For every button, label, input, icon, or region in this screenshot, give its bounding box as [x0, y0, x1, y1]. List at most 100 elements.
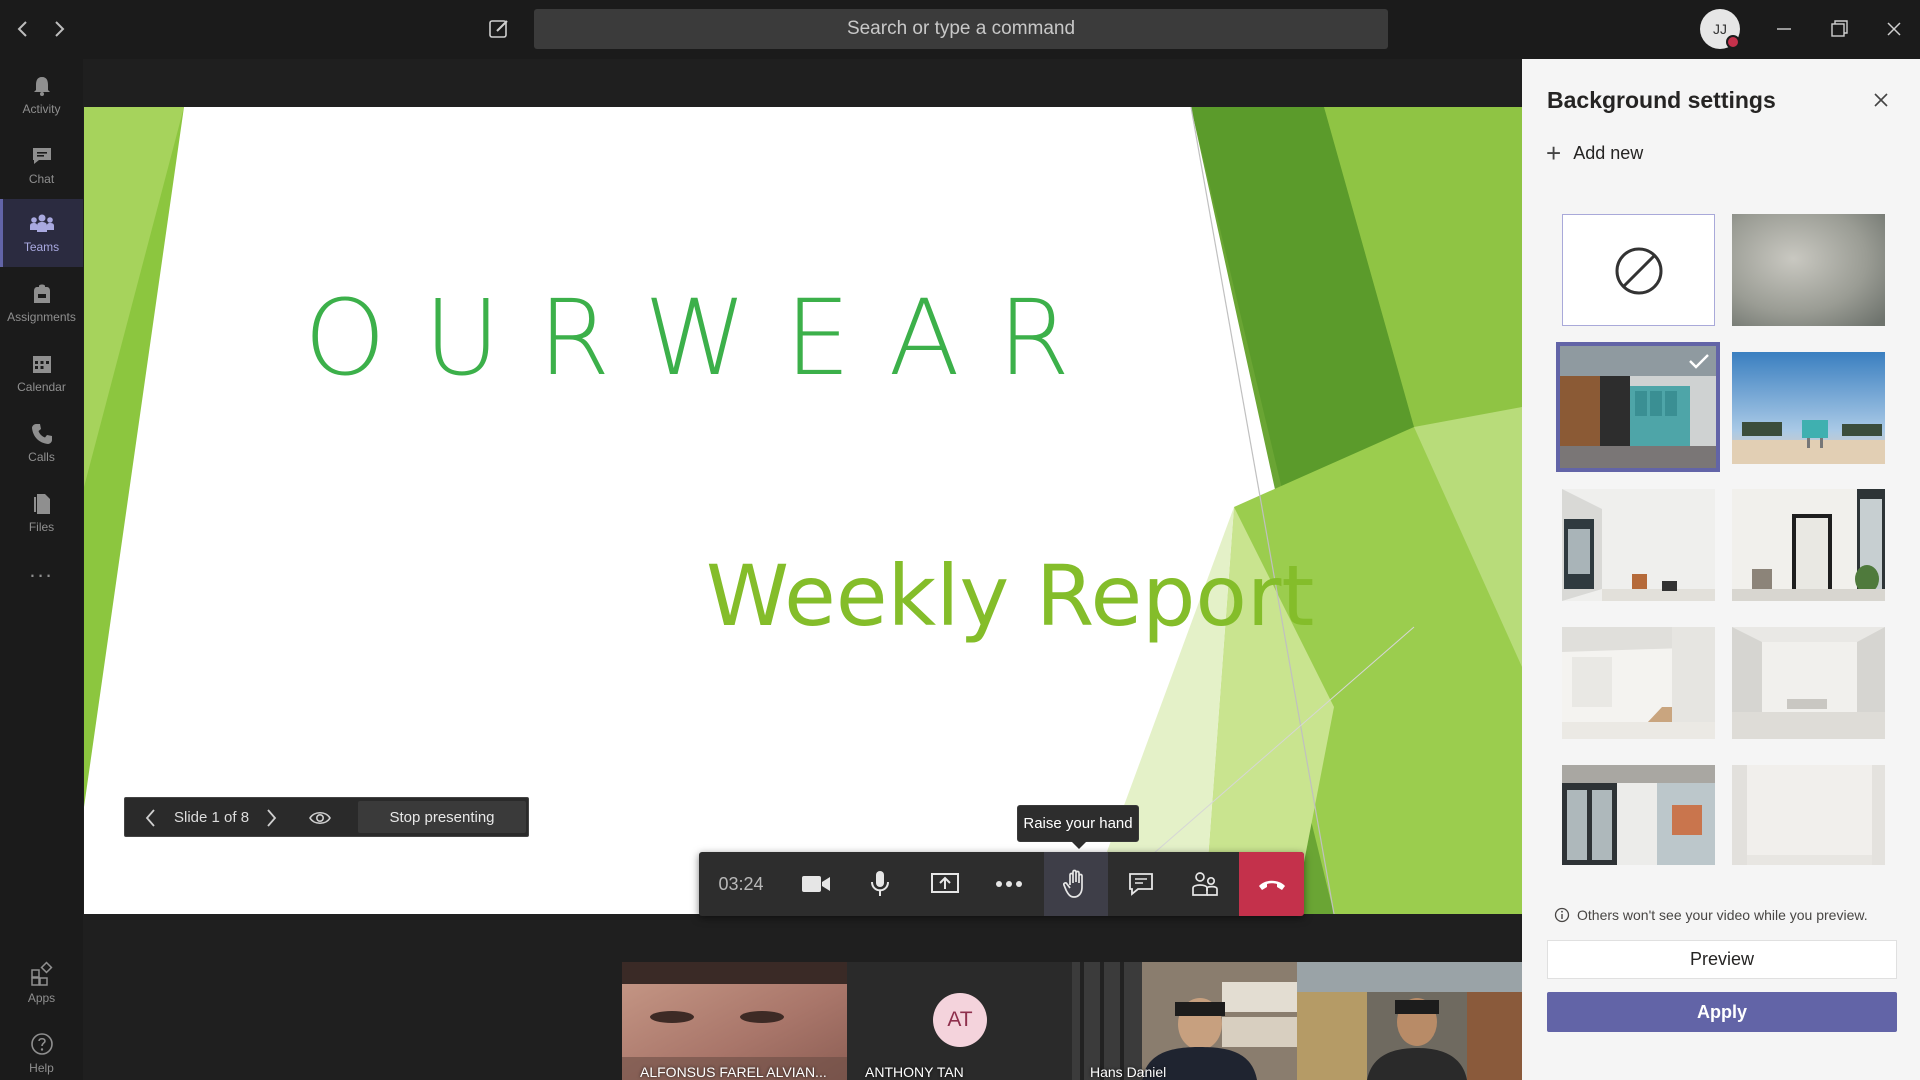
background-option-room-3[interactable] — [1562, 627, 1715, 739]
presence-badge — [1726, 35, 1740, 49]
call-controls: 03:24 — [699, 852, 1304, 916]
plus-icon: + — [1546, 138, 1562, 168]
rail-item-chat[interactable]: Chat — [0, 132, 83, 198]
participant-video — [1072, 962, 1297, 1080]
rail-item-activity[interactable]: Activity — [0, 62, 83, 128]
rail-item-help[interactable]: Help — [0, 1020, 83, 1080]
participant-tile[interactable]: ALFONSUS FAREL ALVIAN... — [622, 962, 847, 1080]
slide-subtitle: Weekly Report — [706, 547, 1315, 645]
check-icon — [1689, 354, 1709, 369]
restore-icon[interactable] — [1824, 14, 1854, 44]
prev-slide-icon[interactable] — [145, 808, 157, 828]
participants-button[interactable] — [1173, 852, 1237, 916]
rail-item-assignments[interactable]: Assignments — [0, 270, 83, 336]
next-slide-icon[interactable] — [265, 808, 277, 828]
add-new-label: Add new — [1573, 143, 1644, 163]
chat-icon — [32, 148, 51, 164]
back-icon[interactable] — [8, 14, 38, 44]
calendar-icon — [32, 356, 51, 373]
rail-label: Chat — [28, 172, 55, 186]
background-option-beach[interactable] — [1732, 352, 1885, 464]
rail-label: Calendar — [17, 380, 66, 394]
preview-note: Others won't see your video while you pr… — [1554, 907, 1868, 923]
people-icon — [1192, 872, 1218, 896]
share-screen-icon — [931, 873, 959, 893]
background-option-room-2[interactable] — [1732, 489, 1885, 601]
chat-button[interactable] — [1109, 852, 1173, 916]
participant-video — [1297, 962, 1522, 1080]
help-icon — [30, 1033, 53, 1055]
rail-item-apps[interactable]: Apps — [0, 950, 83, 1016]
bell-icon — [33, 77, 50, 96]
rail-item-files[interactable]: Files — [0, 480, 83, 546]
participant-tile[interactable] — [1297, 962, 1522, 1080]
info-icon — [1554, 907, 1570, 923]
participant-tile[interactable]: AT ANTHONY TAN — [847, 962, 1072, 1080]
chat-icon — [1129, 873, 1153, 896]
apply-button[interactable]: Apply — [1547, 992, 1897, 1032]
close-icon — [1874, 93, 1888, 107]
teams-window: Search or type a command JJ Activity Cha… — [0, 0, 1920, 1080]
call-timer: 03:24 — [718, 873, 764, 894]
rail-label: Assignments — [7, 310, 76, 324]
phone-icon — [31, 424, 52, 444]
preview-button[interactable]: Preview — [1547, 940, 1897, 979]
title-bar: Search or type a command JJ — [0, 0, 1920, 59]
rail-item-calls[interactable]: Calls — [0, 410, 83, 476]
background-option-none[interactable] — [1562, 214, 1715, 326]
background-option-room-6[interactable] — [1732, 765, 1885, 865]
hang-up-button[interactable] — [1239, 852, 1304, 916]
more-icon: ... — [29, 557, 54, 582]
camera-icon — [802, 876, 830, 892]
slide-logo: OURWEAR — [304, 277, 1108, 399]
no-background-icon — [1615, 247, 1663, 295]
compose-icon[interactable] — [484, 14, 514, 44]
rail-label: Activity — [22, 102, 61, 116]
backpack-icon — [33, 284, 50, 303]
rail-label: Files — [28, 520, 55, 534]
raise-hand-button[interactable] — [1044, 852, 1108, 916]
teams-icon — [29, 214, 54, 232]
background-option-room-4[interactable] — [1732, 627, 1885, 739]
add-new-button[interactable]: + Add new — [1546, 138, 1643, 169]
slide-navigation: Slide 1 of 8 Stop presenting — [124, 797, 529, 837]
more-actions-button[interactable] — [977, 852, 1041, 916]
camera-button[interactable] — [784, 852, 848, 916]
close-panel-button[interactable] — [1868, 87, 1894, 113]
rail-item-teams[interactable]: Teams — [0, 199, 83, 267]
microphone-button[interactable] — [848, 852, 912, 916]
forward-icon[interactable] — [44, 14, 74, 44]
apps-icon — [30, 961, 53, 986]
minimize-icon[interactable] — [1769, 14, 1799, 44]
background-settings-panel: Background settings + Add new Others won… — [1522, 59, 1920, 1080]
background-option-room-5[interactable] — [1562, 765, 1715, 865]
search-input[interactable]: Search or type a command — [534, 9, 1388, 49]
more-icon — [996, 881, 1022, 887]
shared-slide: OURWEAR Weekly Report — [84, 107, 1522, 914]
hang-up-icon — [1258, 880, 1285, 890]
files-icon — [33, 494, 50, 514]
hand-icon — [1063, 869, 1083, 898]
participant-tile[interactable]: Hans Daniel — [1072, 962, 1297, 1080]
raise-hand-tooltip: Raise your hand — [1017, 805, 1139, 842]
participant-name: ALFONSUS FAREL ALVIAN... — [640, 1064, 827, 1080]
panel-title: Background settings — [1547, 87, 1776, 113]
rail-label: Calls — [28, 450, 55, 464]
participant-name: ANTHONY TAN — [865, 1064, 964, 1080]
stop-presenting-button[interactable]: Stop presenting — [358, 801, 526, 833]
more-apps-button[interactable]: ... — [0, 550, 83, 590]
eye-icon[interactable] — [308, 809, 332, 827]
background-option-blur[interactable] — [1732, 214, 1885, 326]
rail-label: Help — [29, 1061, 54, 1075]
close-window-icon[interactable] — [1879, 14, 1909, 44]
rail-item-calendar[interactable]: Calendar — [0, 340, 83, 406]
share-screen-button[interactable] — [913, 852, 977, 916]
slide-counter: Slide 1 of 8 — [174, 809, 250, 826]
preview-note-text: Others won't see your video while you pr… — [1577, 907, 1868, 923]
app-rail: Activity Chat Teams Assignments Calendar… — [0, 59, 83, 1080]
slide-background — [84, 107, 1522, 914]
participant-avatar: AT — [933, 993, 987, 1047]
rail-label: Teams — [23, 240, 60, 254]
background-option-office-selected[interactable] — [1556, 342, 1720, 472]
background-option-room-1[interactable] — [1562, 489, 1715, 601]
